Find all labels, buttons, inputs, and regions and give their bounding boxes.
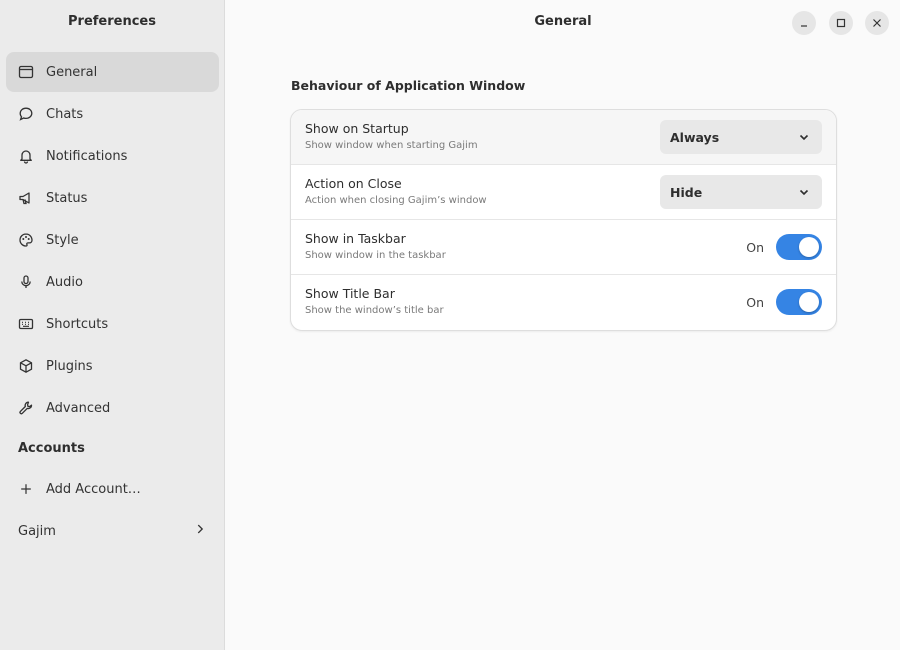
sidebar-item-label: Advanced xyxy=(46,400,111,416)
sidebar-item-chats[interactable]: Chats xyxy=(6,94,219,134)
show-title-bar-switch[interactable] xyxy=(776,289,822,315)
switch-knob xyxy=(799,292,819,312)
chat-bubble-icon xyxy=(18,106,34,122)
sidebar-item-notifications[interactable]: Notifications xyxy=(6,136,219,176)
microphone-icon xyxy=(18,274,34,290)
setting-subtitle: Show the window’s title bar xyxy=(305,305,444,316)
sidebar-item-audio[interactable]: Audio xyxy=(6,262,219,302)
setting-row-show-title-bar: Show Title Bar Show the window’s title b… xyxy=(291,275,836,330)
sidebar-item-label: Style xyxy=(46,232,79,248)
plus-icon xyxy=(18,481,34,497)
palette-icon xyxy=(18,232,34,248)
sidebar: Preferences General Chats Notifications xyxy=(0,0,225,650)
switch-knob xyxy=(799,237,819,257)
group-title: Behaviour of Application Window xyxy=(291,78,526,93)
setting-row-action-on-close: Action on Close Action when closing Gaji… xyxy=(291,165,836,220)
minimize-icon xyxy=(799,18,809,28)
minimize-button[interactable] xyxy=(792,11,816,35)
megaphone-icon xyxy=(18,190,34,206)
maximize-icon xyxy=(836,18,846,28)
switch-state-label: On xyxy=(746,240,764,255)
close-button[interactable] xyxy=(865,11,889,35)
add-account-button[interactable]: Add Account… xyxy=(6,472,219,506)
sidebar-nav: General Chats Notifications Status Style… xyxy=(6,52,219,430)
sidebar-item-label: Chats xyxy=(46,106,84,122)
sidebar-item-general[interactable]: General xyxy=(6,52,219,92)
setting-title: Show in Taskbar xyxy=(305,231,406,246)
dropdown-value: Always xyxy=(670,129,720,145)
settings-card: Show on Startup Show window when startin… xyxy=(290,109,837,331)
wrench-icon xyxy=(18,400,34,416)
sidebar-title: Preferences xyxy=(68,14,156,29)
main-panel: General Behaviour of Application Window … xyxy=(225,0,900,650)
bell-icon xyxy=(18,148,34,164)
sidebar-item-label: Notifications xyxy=(46,148,128,164)
accounts-heading: Accounts xyxy=(18,441,85,456)
setting-row-show-on-startup: Show on Startup Show window when startin… xyxy=(291,110,836,165)
setting-title: Action on Close xyxy=(305,176,402,191)
add-account-label: Add Account… xyxy=(46,481,141,497)
show-in-taskbar-switch[interactable] xyxy=(776,234,822,260)
preferences-window: Preferences General Chats Notifications xyxy=(0,0,900,650)
chevron-down-icon xyxy=(798,186,810,198)
show-on-startup-dropdown[interactable]: Always xyxy=(660,120,822,154)
sidebar-item-advanced[interactable]: Advanced xyxy=(6,388,219,428)
dropdown-value: Hide xyxy=(670,184,703,200)
setting-title: Show on Startup xyxy=(305,121,409,136)
window-icon xyxy=(18,64,34,80)
setting-subtitle: Action when closing Gajim’s window xyxy=(305,195,487,206)
keyboard-icon xyxy=(18,316,34,332)
close-icon xyxy=(872,18,882,28)
sidebar-item-status[interactable]: Status xyxy=(6,178,219,218)
sidebar-item-label: Audio xyxy=(46,274,83,290)
chevron-right-icon xyxy=(193,522,207,540)
sidebar-item-shortcuts[interactable]: Shortcuts xyxy=(6,304,219,344)
account-row-gajim[interactable]: Gajim xyxy=(6,514,219,548)
maximize-button[interactable] xyxy=(829,11,853,35)
account-name: Gajim xyxy=(18,523,56,539)
setting-row-show-in-taskbar: Show in Taskbar Show window in the taskb… xyxy=(291,220,836,275)
action-on-close-dropdown[interactable]: Hide xyxy=(660,175,822,209)
setting-subtitle: Show window when starting Gajim xyxy=(305,140,478,151)
sidebar-item-label: Plugins xyxy=(46,358,93,374)
setting-subtitle: Show window in the taskbar xyxy=(305,250,446,261)
chevron-down-icon xyxy=(798,131,810,143)
sidebar-item-label: Shortcuts xyxy=(46,316,109,332)
sidebar-item-label: Status xyxy=(46,190,88,206)
setting-title: Show Title Bar xyxy=(305,286,395,301)
sidebar-item-style[interactable]: Style xyxy=(6,220,219,260)
switch-state-label: On xyxy=(746,295,764,310)
package-icon xyxy=(18,358,34,374)
sidebar-item-label: General xyxy=(46,64,98,80)
sidebar-item-plugins[interactable]: Plugins xyxy=(6,346,219,386)
